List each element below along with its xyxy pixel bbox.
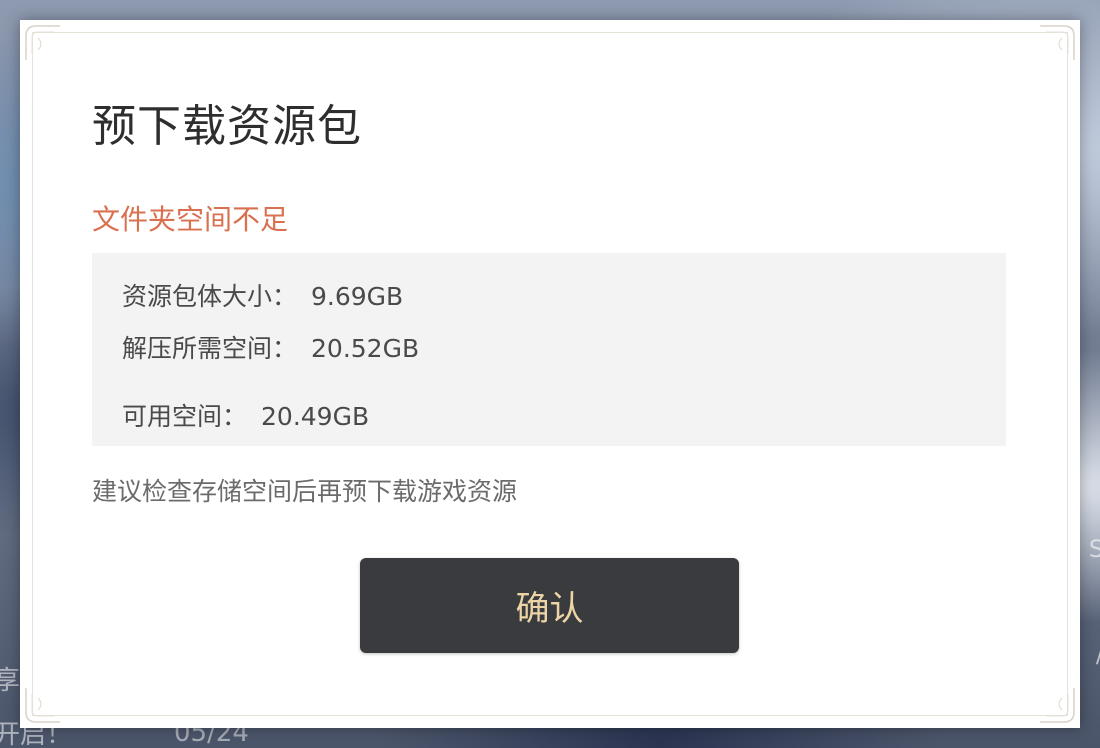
package-size-label: 资源包体大小：	[122, 282, 298, 311]
corner-ornament-icon	[25, 688, 60, 723]
background-text: 享	[0, 666, 21, 696]
available-space-label: 可用空间：	[122, 402, 248, 431]
background-text: S	[1088, 535, 1100, 563]
unpack-space-value: 20.52GB	[311, 334, 420, 363]
unpack-space-row: 解压所需空间： 20.52GB	[122, 329, 419, 365]
unpack-space-label: 解压所需空间：	[122, 334, 298, 363]
corner-ornament-icon	[1040, 688, 1075, 723]
predownload-dialog: 预下载资源包 文件夹空间不足 资源包体大小： 9.69GB 解压所需空间： 20.5…	[20, 20, 1080, 728]
corner-ornament-icon	[25, 25, 60, 60]
insufficient-space-warning: 文件夹空间不足	[92, 203, 289, 236]
storage-hint: 建议检查存储空间后再预下载游戏资源	[92, 477, 518, 506]
space-info-panel: 资源包体大小： 9.69GB 解压所需空间： 20.52GB 可用空间： 20.49G…	[92, 253, 1006, 446]
available-space-row: 可用空间： 20.49GB	[122, 397, 369, 433]
package-size-value: 9.69GB	[311, 282, 404, 311]
available-space-value: 20.49GB	[261, 402, 370, 431]
corner-ornament-icon	[1040, 25, 1075, 60]
package-size-row: 资源包体大小： 9.69GB	[122, 277, 403, 313]
confirm-button[interactable]: 确认	[360, 558, 739, 653]
dialog-title: 预下载资源包	[92, 101, 362, 152]
background-text: /	[1096, 640, 1100, 668]
